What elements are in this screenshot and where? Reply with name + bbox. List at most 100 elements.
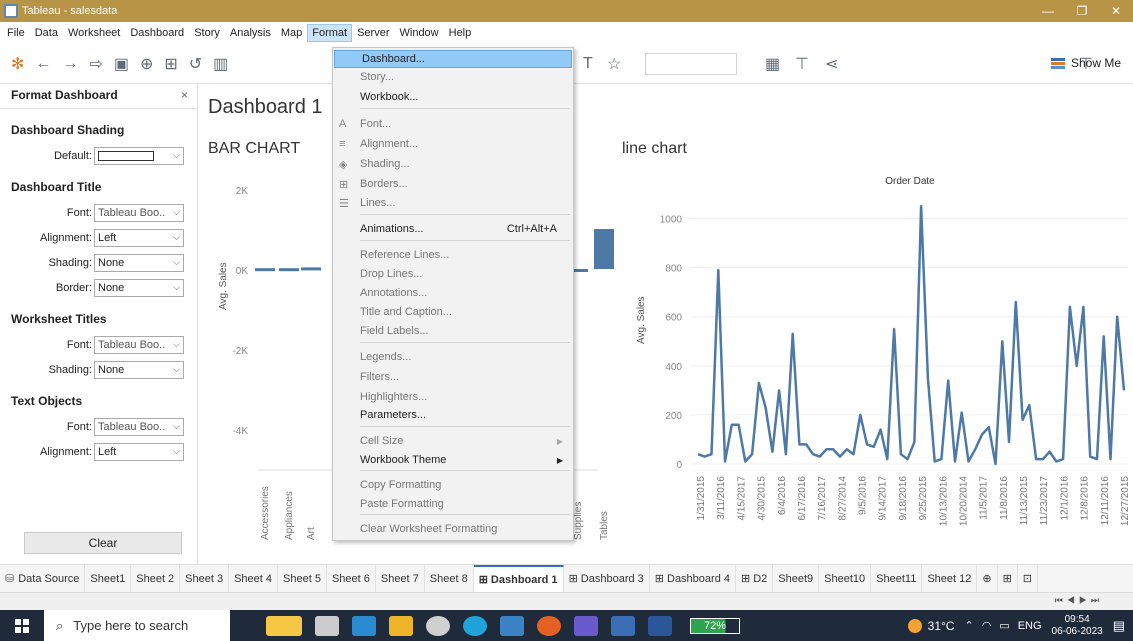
share-icon[interactable]: ⋖ <box>825 54 838 74</box>
new-story-tab-icon[interactable]: ⊡ <box>1018 564 1039 593</box>
system-tray[interactable]: ⌃ ◠ ▭ ENG <box>964 619 1042 633</box>
format-menu-highlighters[interactable]: Highlighters... <box>333 388 573 406</box>
format-menu-workbook[interactable]: Workbook... <box>333 88 573 106</box>
minimize-button[interactable]: — <box>1031 4 1065 18</box>
menu-analysis[interactable]: Analysis <box>225 24 276 42</box>
line-chart[interactable]: Order Date 0 200 400 600 800 1000 Avg. Sales 1/3… <box>618 174 1133 564</box>
weather-widget[interactable]: 31°C <box>907 618 954 633</box>
format-menu-drop-lines[interactable]: Drop Lines... <box>333 265 573 283</box>
title-border-select[interactable]: None ⌵ <box>94 278 184 297</box>
title-font-select[interactable]: Tableau Boo.. ⌵ <box>94 203 184 222</box>
format-menu-paste-formatting[interactable]: Paste Formatting <box>333 495 573 513</box>
tab-dashboard-3[interactable]: ⊞ Dashboard 3 <box>564 564 650 593</box>
title-alignment-select[interactable]: Left ⌵ <box>94 228 184 247</box>
text-icon[interactable]: T <box>583 55 593 73</box>
close-button[interactable]: ✕ <box>1099 4 1133 18</box>
app-icon[interactable] <box>574 615 598 636</box>
tab-navigation-icons[interactable]: ⏮◀▶⏭ <box>1055 595 1103 606</box>
new-dashboard-tab-icon[interactable]: ⊞ <box>998 564 1018 593</box>
format-menu-dashboard[interactable]: Dashboard... <box>334 50 572 68</box>
tab-dashboard-4[interactable]: ⊞ Dashboard 4 <box>650 564 736 593</box>
chevron-up-icon[interactable]: ⌃ <box>964 619 973 632</box>
language-indicator[interactable]: ENG <box>1018 620 1042 632</box>
fit-dropdown[interactable] <box>645 53 737 75</box>
tab-sheet1[interactable]: Sheet1 <box>85 564 132 593</box>
taskbar-search[interactable]: ⌕ Type here to search <box>44 610 230 641</box>
text-font-select[interactable]: Tableau Boo.. ⌵ <box>94 417 184 436</box>
tab-sheet-2[interactable]: Sheet 2 <box>131 564 181 593</box>
undo-icon[interactable]: ↺ <box>189 54 202 74</box>
notification-icon[interactable]: ▤ <box>1113 618 1125 634</box>
menu-dashboard[interactable]: Dashboard <box>125 24 189 42</box>
tab-sheet-6[interactable]: Sheet 6 <box>327 564 376 593</box>
tableau-logo-icon[interactable]: ✻ <box>11 54 24 74</box>
chart-type-icon[interactable]: ▥ <box>213 54 228 74</box>
format-menu-parameters[interactable]: Parameters... <box>333 406 573 424</box>
pin-icon[interactable]: ☆ <box>607 54 621 74</box>
store-icon[interactable] <box>500 615 524 636</box>
menu-server[interactable]: Server <box>352 24 394 42</box>
start-button[interactable] <box>0 610 44 641</box>
format-menu-filters[interactable]: Filters... <box>333 368 573 386</box>
new-datasource-icon[interactable]: ⊕ <box>140 54 153 74</box>
mail-icon[interactable] <box>352 615 376 636</box>
format-menu-alignment[interactable]: ≡ Alignment... <box>333 135 573 153</box>
format-menu-cell-size[interactable]: Cell Size ▶ <box>333 432 573 450</box>
format-menu-copy-formatting[interactable]: Copy Formatting <box>333 476 573 494</box>
word-icon[interactable] <box>648 615 672 636</box>
menu-window[interactable]: Window <box>395 24 444 42</box>
text-alignment-select[interactable]: Left ⌵ <box>94 442 184 461</box>
battery-icon[interactable]: ▭ <box>999 619 1009 632</box>
save-icon[interactable]: ▣ <box>114 54 129 74</box>
format-menu-borders[interactable]: ⊞ Borders... <box>333 175 573 193</box>
back-icon[interactable]: ← <box>35 55 51 73</box>
widget-app-icon[interactable] <box>266 615 302 636</box>
tab-sheet-5[interactable]: Sheet 5 <box>278 564 327 593</box>
task-view-icon[interactable] <box>315 615 339 636</box>
clock[interactable]: 09:54 06-06-2023 <box>1052 614 1103 638</box>
format-menu-shading[interactable]: ◈ Shading... <box>333 155 573 173</box>
tab-sheet9[interactable]: Sheet9 <box>773 564 820 593</box>
shading-default-color-picker[interactable]: ⌵ <box>94 146 184 165</box>
format-menu-story[interactable]: Story... <box>333 68 573 86</box>
format-menu-animations[interactable]: Animations... Ctrl+Alt+A <box>333 220 573 238</box>
menu-file[interactable]: File <box>2 24 30 42</box>
clear-button[interactable]: Clear <box>24 532 182 554</box>
show-me-button[interactable]: Show Me <box>1050 56 1121 70</box>
device-preview-icon[interactable]: ⊤ <box>795 54 809 74</box>
menu-story[interactable]: Story <box>189 24 225 42</box>
edge-icon[interactable] <box>463 615 487 636</box>
tab-dashboard-1[interactable]: ⊞ Dashboard 1 <box>473 564 564 593</box>
format-menu-reference-lines[interactable]: Reference Lines... <box>333 246 573 264</box>
file-explorer-icon[interactable] <box>389 615 413 636</box>
format-menu-legends[interactable]: Legends... <box>333 348 573 366</box>
battery-indicator[interactable]: 72% <box>690 617 740 634</box>
wifi-icon[interactable]: ◠ <box>982 619 992 632</box>
menu-worksheet[interactable]: Worksheet <box>63 24 125 42</box>
format-menu-lines[interactable]: ☰ Lines... <box>333 194 573 212</box>
tab-sheet-7[interactable]: Sheet 7 <box>376 564 425 593</box>
data-source-icon[interactable]: ⇨ <box>89 54 102 74</box>
new-worksheet-icon[interactable]: ⊞ <box>164 54 177 74</box>
tab-data-source[interactable]: ⛁ Data Source <box>0 564 86 593</box>
tab-sheet10[interactable]: Sheet10 <box>819 564 872 593</box>
tableau-taskbar-icon[interactable] <box>611 615 635 636</box>
menu-map[interactable]: Map <box>276 24 307 42</box>
format-menu-font[interactable]: A Font... <box>333 115 573 133</box>
settings-icon[interactable] <box>426 615 450 636</box>
format-menu-field-labels[interactable]: Field Labels... <box>333 322 573 340</box>
tab-sheet-3[interactable]: Sheet 3 <box>180 564 230 593</box>
new-worksheet-tab-icon[interactable]: ⊕ <box>977 564 998 593</box>
presentation-icon[interactable]: ▦ <box>765 54 780 74</box>
panel-close-icon[interactable]: × <box>181 88 188 102</box>
tab-d2[interactable]: ⊞ D2 <box>736 564 774 593</box>
ws-font-select[interactable]: Tableau Boo.. ⌵ <box>94 335 184 354</box>
tab-sheet-12[interactable]: Sheet 12 <box>922 564 978 593</box>
format-menu-clear-worksheet-formatting[interactable]: Clear Worksheet Formatting <box>333 520 573 538</box>
title-shading-select[interactable]: None ⌵ <box>94 253 184 272</box>
format-menu-title-and-caption[interactable]: Title and Caption... <box>333 303 573 321</box>
tab-sheet11[interactable]: Sheet11 <box>871 564 923 593</box>
format-menu-workbook-theme[interactable]: Workbook Theme ▶ <box>333 451 573 469</box>
ws-shading-select[interactable]: None ⌵ <box>94 360 184 379</box>
firefox-icon[interactable] <box>537 615 561 636</box>
